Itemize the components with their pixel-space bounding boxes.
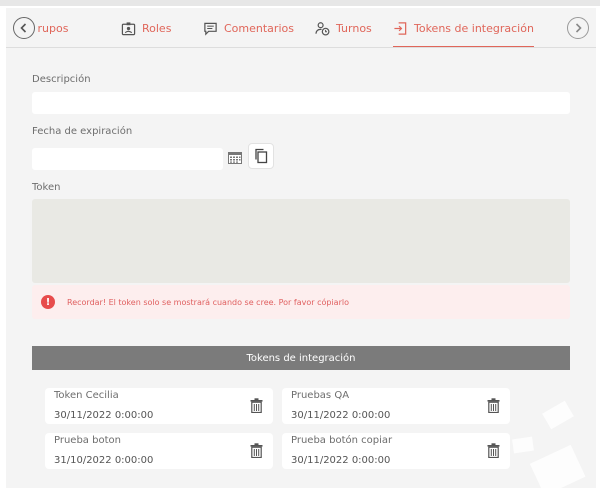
alert-text: Recordar! El token solo se mostrará cuan…	[67, 297, 349, 307]
token-date: 30/11/2022 0:00:00	[291, 410, 391, 421]
tab-grupos[interactable]: Grupos	[38, 8, 69, 47]
tab-label: Roles	[142, 21, 172, 35]
trash-icon[interactable]	[487, 443, 500, 458]
tab-label: Tokens de integración	[414, 21, 534, 35]
token-card: Token Cecilia 30/11/2022 0:00:00	[45, 388, 273, 424]
descripcion-input[interactable]	[32, 92, 570, 114]
tab-bar: Grupos Roles Comentarios Turnos Tokens d…	[6, 8, 596, 48]
top-scrollbar	[0, 0, 600, 6]
tab-comentarios[interactable]: Comentarios	[203, 8, 294, 47]
token-card: Prueba boton 31/10/2022 0:00:00	[45, 433, 273, 469]
token-name: Token Cecilia	[54, 390, 119, 401]
fecha-expiracion-label: Fecha de expiración	[32, 126, 133, 137]
tab-tokens-de-integracion[interactable]: Tokens de integración	[393, 8, 534, 47]
token-name: Prueba boton	[54, 435, 121, 446]
scroll-tabs-right-button[interactable]	[567, 17, 589, 39]
scroll-tabs-left-button[interactable]	[13, 17, 35, 39]
trash-icon[interactable]	[250, 398, 263, 413]
token-label: Token	[32, 182, 61, 193]
tab-label: Grupos	[38, 21, 69, 35]
token-name: Prueba botón copiar	[291, 435, 393, 446]
copy-icon	[255, 148, 268, 164]
tab-label: Comentarios	[224, 21, 294, 35]
tab-turnos[interactable]: Turnos	[315, 8, 372, 47]
tab-label: Turnos	[336, 21, 372, 35]
comment-icon	[204, 22, 217, 36]
fecha-expiracion-input[interactable]	[32, 148, 223, 170]
exclamation-icon: !	[41, 295, 55, 309]
tab-roles[interactable]: Roles	[121, 8, 172, 47]
token-date: 30/11/2022 0:00:00	[291, 455, 391, 466]
descripcion-label: Descripción	[32, 74, 91, 85]
token-textarea[interactable]	[32, 199, 570, 283]
tabs: Grupos Roles Comentarios Turnos Tokens d…	[38, 8, 562, 47]
token-date: 31/10/2022 0:00:00	[54, 455, 154, 466]
background-decoration	[512, 400, 586, 488]
trash-icon[interactable]	[487, 398, 500, 413]
tokens-section-header: Tokens de integración	[32, 346, 570, 370]
chevron-right-icon	[575, 23, 582, 33]
chevron-left-icon	[20, 23, 27, 33]
user-clock-icon	[315, 21, 330, 35]
calendar-icon[interactable]	[228, 152, 242, 164]
id-badge-icon	[121, 21, 136, 35]
copy-button[interactable]	[248, 143, 274, 169]
token-card: Prueba botón copiar 30/11/2022 0:00:00	[282, 433, 510, 469]
token-date: 30/11/2022 0:00:00	[54, 410, 154, 421]
token-alert: ! Recordar! El token solo se mostrará cu…	[32, 285, 570, 319]
trash-icon[interactable]	[250, 443, 263, 458]
token-name: Pruebas QA	[291, 390, 350, 401]
top-strip	[0, 0, 616, 8]
token-card: Pruebas QA 30/11/2022 0:00:00	[282, 388, 510, 424]
sign-in-icon	[394, 21, 407, 35]
